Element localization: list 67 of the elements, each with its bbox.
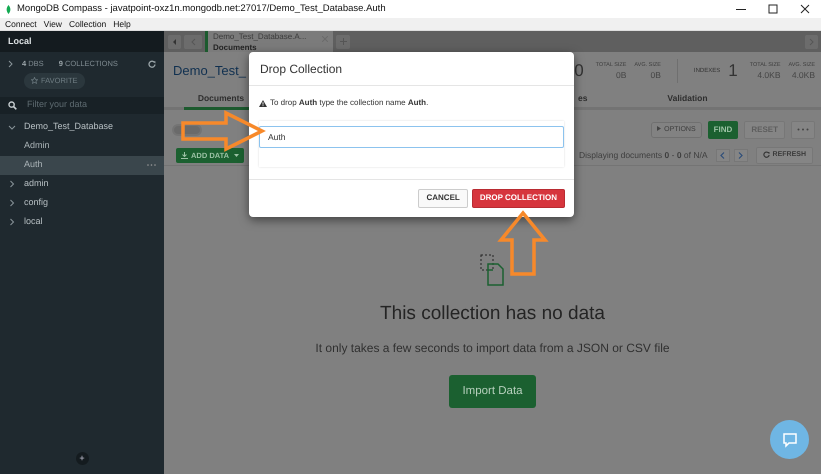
stat-value: 0B [650,68,661,82]
chat-icon [782,432,798,448]
refresh-icon[interactable] [148,60,156,68]
plus-icon [340,38,346,45]
tree-item[interactable]: Admin [0,136,164,156]
next-page-button[interactable] [734,149,748,162]
stat-value: 4.0KB [792,68,815,82]
collection-name-field[interactable]: Auth [259,126,564,148]
caret-icon [234,154,240,158]
index-count: 1 [728,60,738,82]
documents-icon [480,254,506,286]
dialog-title: Drop Collection [260,60,342,78]
menu-item[interactable]: View [44,18,62,30]
view-tab[interactable]: es [578,90,588,110]
star-icon [31,77,38,84]
empty-state-text: It only takes a few seconds to import data from a JSON or CSV file [315,340,670,356]
tree-item-label: Auth [24,158,43,172]
database-name: Demo_Test_Database [24,120,114,134]
search-icon [8,100,17,110]
database-name: local [24,215,43,228]
empty-state-heading: This collection has no data [380,302,605,326]
menu-item[interactable]: Collection [68,18,106,30]
arrow-annotation [498,210,548,277]
stat-value: 0B [616,68,626,82]
caret-icon [657,126,662,132]
menu-item[interactable]: Connect [5,18,37,30]
chat-button[interactable] [770,420,809,459]
collection-title: Demo_Test_ [173,62,246,80]
import-data-button[interactable]: Import Data [449,374,536,408]
menu-item[interactable]: Help [113,18,131,30]
chevron-right-icon [738,152,744,159]
chevron-right-icon[interactable] [8,199,16,207]
tab-subtitle: Documents [213,42,258,54]
download-icon [181,152,188,160]
tab-title: Demo_Test_Database.A... [213,32,306,43]
drop-collection-button[interactable]: DROP COLLECTION [472,189,565,208]
warning-icon [259,100,267,106]
chevron-down-icon[interactable] [8,124,16,130]
chevron-left-icon [720,152,726,159]
view-tab[interactable]: Validation [647,90,728,110]
triangle-left-icon [172,38,176,44]
maximize-icon[interactable] [768,4,778,14]
chevron-right-icon[interactable] [8,180,16,188]
tree-item[interactable]: Auth [0,156,164,174]
document-count: 0 [574,60,584,82]
database-name: admin [24,177,49,190]
scroll-left-button[interactable] [168,34,181,48]
refresh-icon [762,150,770,158]
find-button[interactable]: FIND [708,121,738,139]
collection-tab[interactable]: Demo_Test_Database.A... Documents [205,31,333,52]
close-icon[interactable] [800,4,810,14]
stat-value: 4.0KB [757,68,780,82]
chevron-right-icon[interactable] [8,60,13,68]
chevron-right-icon[interactable] [8,218,16,226]
previous-page-button[interactable] [716,149,730,162]
database-name: config [24,196,48,210]
sidebar-title: Local [8,34,32,48]
dialog-message: To drop Auth type the collection name Auth. [270,97,428,109]
filter-bar[interactable]: Filter your data [0,96,164,114]
window-title: MongoDB Compass - javatpoint-oxz1n.mongodb.net:27017/Demo_Test_Database.Auth [17,2,386,16]
document-count-text: Displaying documents 0 - 0 of N/A [579,149,708,162]
leaf-icon [6,4,11,14]
more-button[interactable] [791,121,815,139]
cancel-button[interactable]: CANCEL [418,189,468,208]
ellipsis-icon [797,128,809,132]
add-database-button[interactable]: + [76,452,88,465]
filter-field[interactable]: Filter your data [25,97,155,113]
